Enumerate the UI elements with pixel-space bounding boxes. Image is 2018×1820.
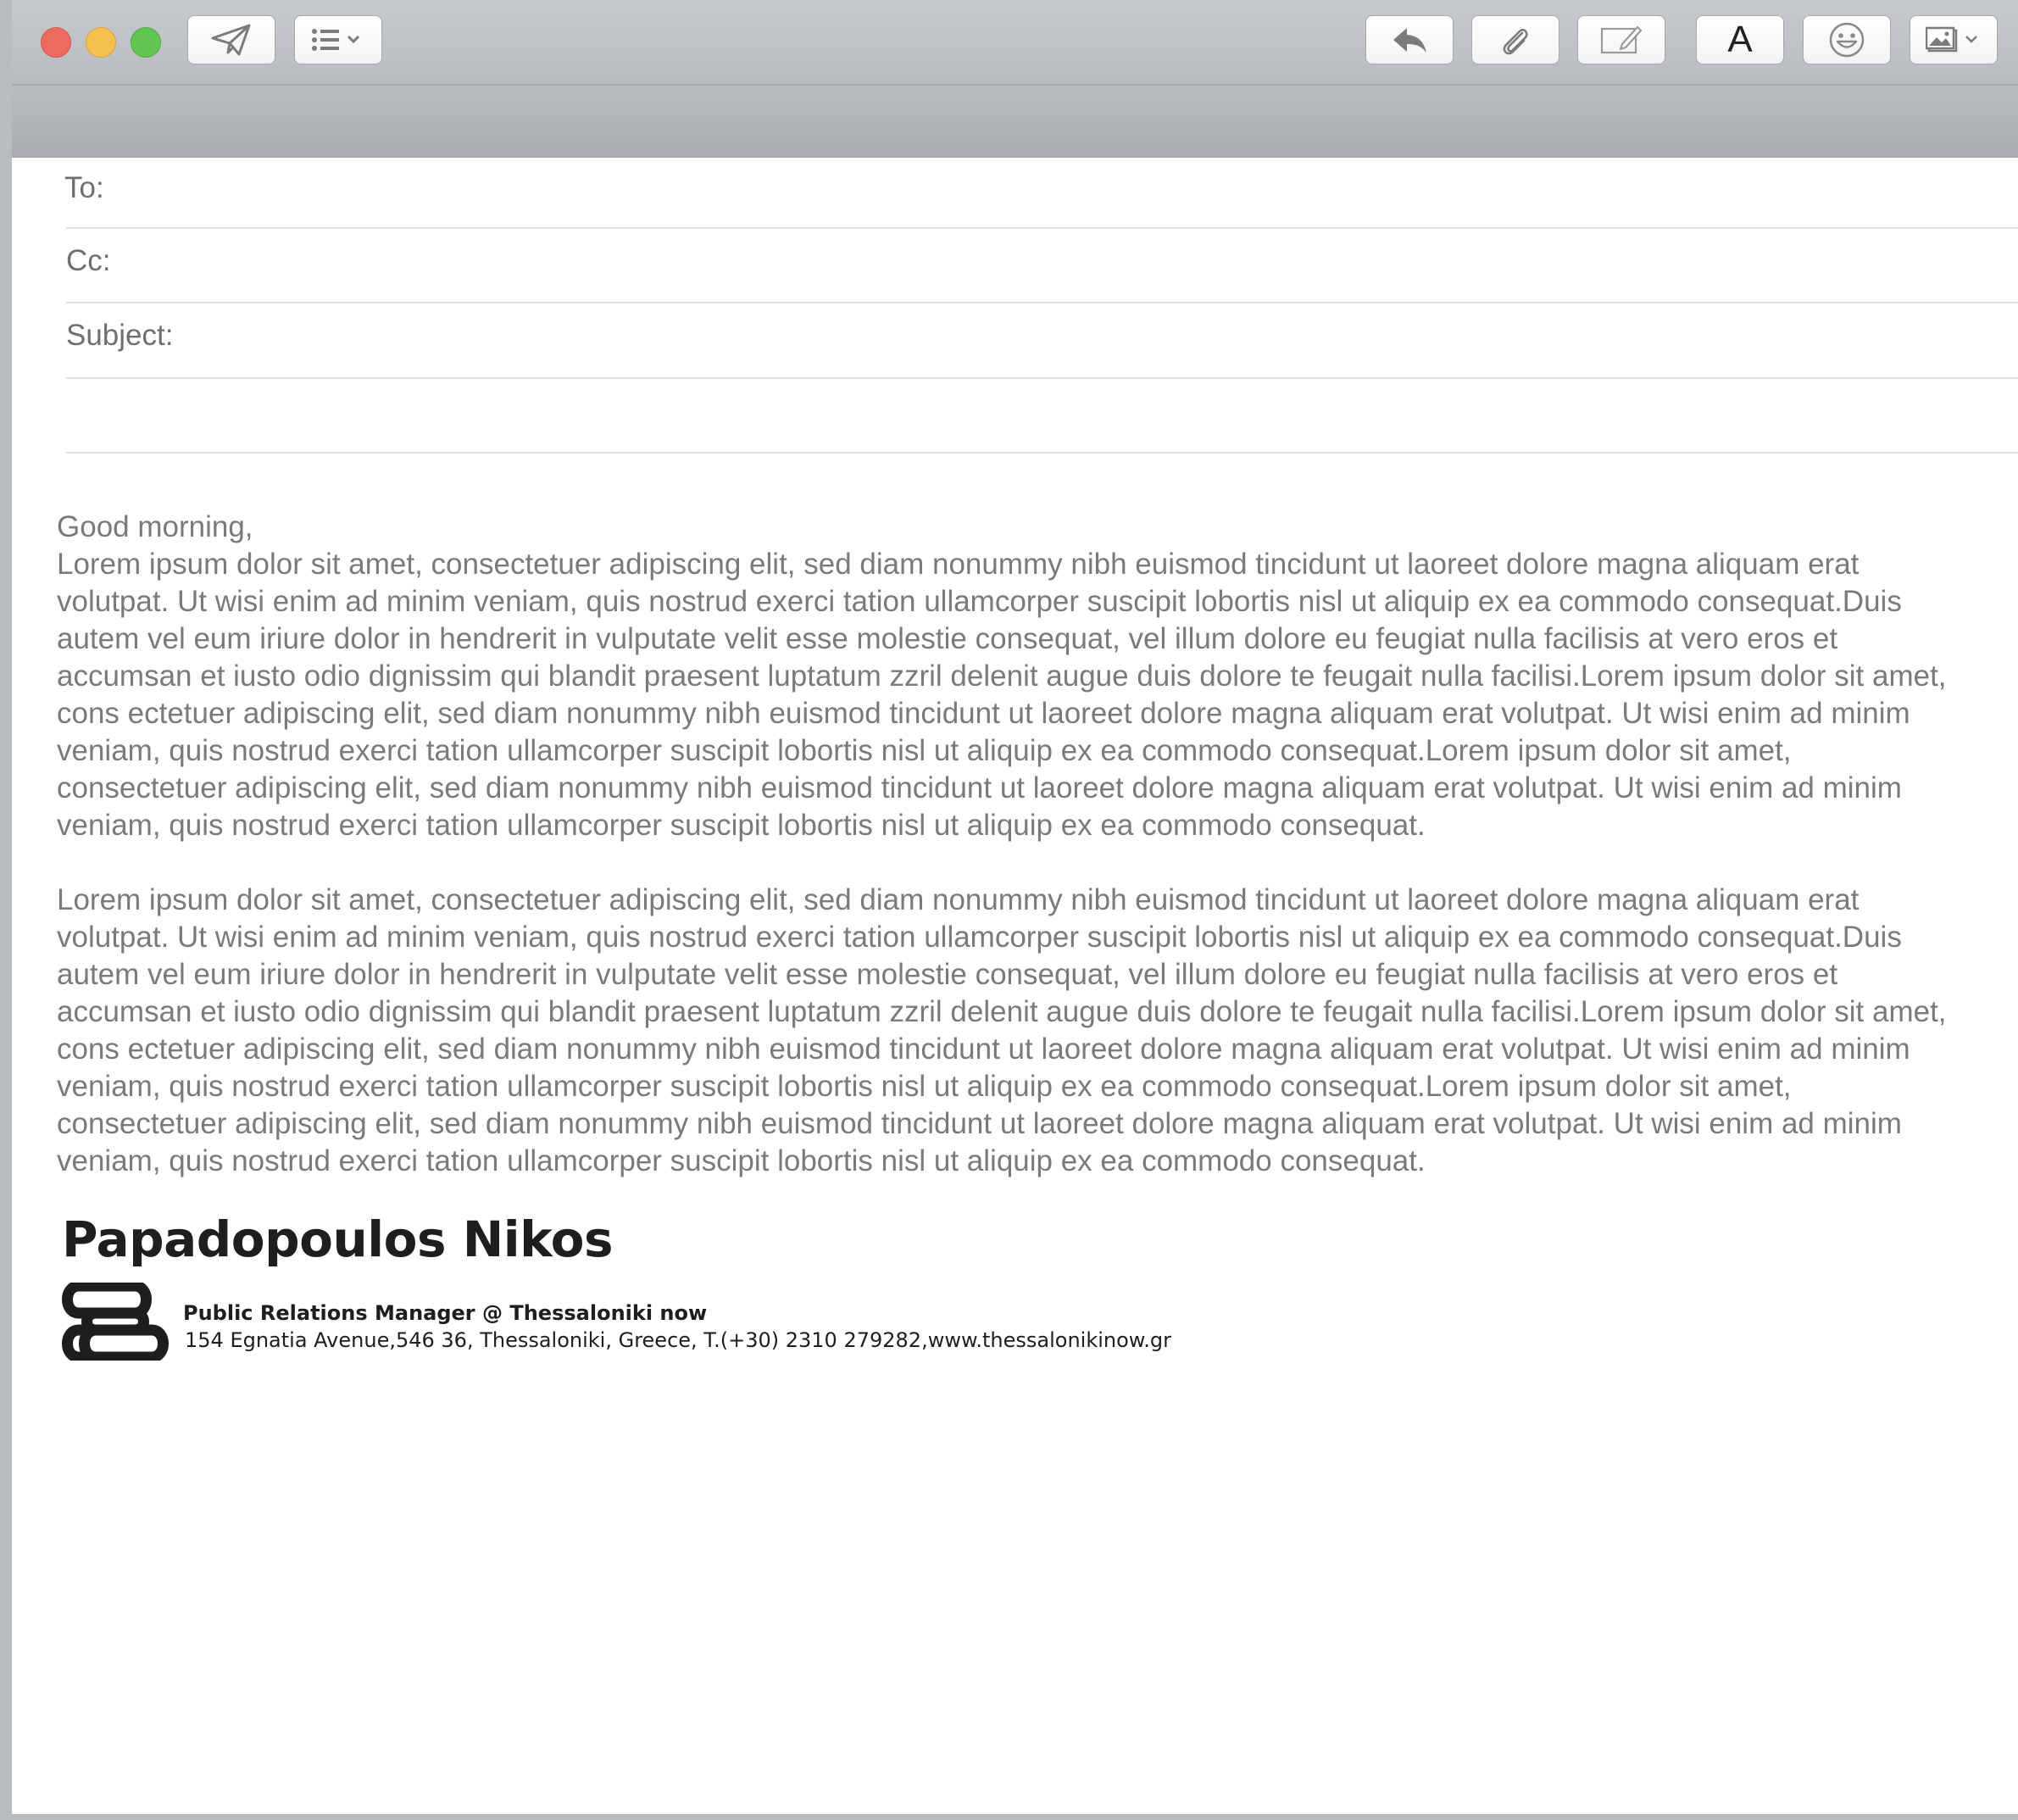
signature-address: 154 Egnatia Avenue,546 36, Thessaloniki,… [185,1328,1171,1352]
cc-field[interactable]: Cc: [66,229,2018,303]
close-window-button[interactable] [41,27,71,58]
subject-label: Subject: [66,319,174,352]
toolbar-divider [12,84,2018,86]
paperclip-icon [1498,23,1532,57]
thessaloniki-now-logo-icon [62,1280,169,1365]
body-paragraph-2: Lorem ipsum dolor sit amet, consectetuer… [57,883,1947,1177]
cc-label: Cc: [66,244,111,277]
photo-browser-button[interactable] [1910,15,1998,64]
reply-arrow-icon [1390,25,1429,55]
send-button[interactable] [187,15,275,64]
markup-button[interactable] [1577,15,1665,64]
photo-browser-icon [1926,25,1982,55]
from-field[interactable] [66,379,2018,454]
paper-plane-icon [210,23,253,57]
attach-button[interactable] [1471,15,1559,64]
list-icon [311,27,365,53]
markup-pencil-icon [1600,24,1643,56]
signature-name: Papadopoulos Nikos [62,1211,614,1268]
format-button[interactable]: A [1696,15,1784,64]
subject-field[interactable]: Subject: [66,303,2018,379]
smiley-icon [1828,21,1865,58]
greeting-text: Good morning, [57,510,253,543]
body-paragraph-1: Lorem ipsum dolor sit amet, consectetuer… [57,548,1947,842]
reply-button[interactable] [1365,15,1454,64]
message-body[interactable]: Good morning, Lorem ipsum dolor sit amet… [57,509,1964,1180]
toolbar: A [12,0,2018,158]
zoom-window-button[interactable] [131,27,161,58]
emoji-button[interactable] [1803,15,1891,64]
format-font-label: A [1727,19,1753,60]
minimize-window-button[interactable] [86,27,116,58]
compose-window: A To: Cc: Subject: Good morning, Lorem i… [12,0,2018,1814]
signature-role: Public Relations Manager @ Thessaloniki … [183,1301,708,1325]
header-fields-menu-button[interactable] [294,15,382,64]
to-field[interactable]: To: [64,157,2018,229]
to-label: To: [64,171,104,204]
